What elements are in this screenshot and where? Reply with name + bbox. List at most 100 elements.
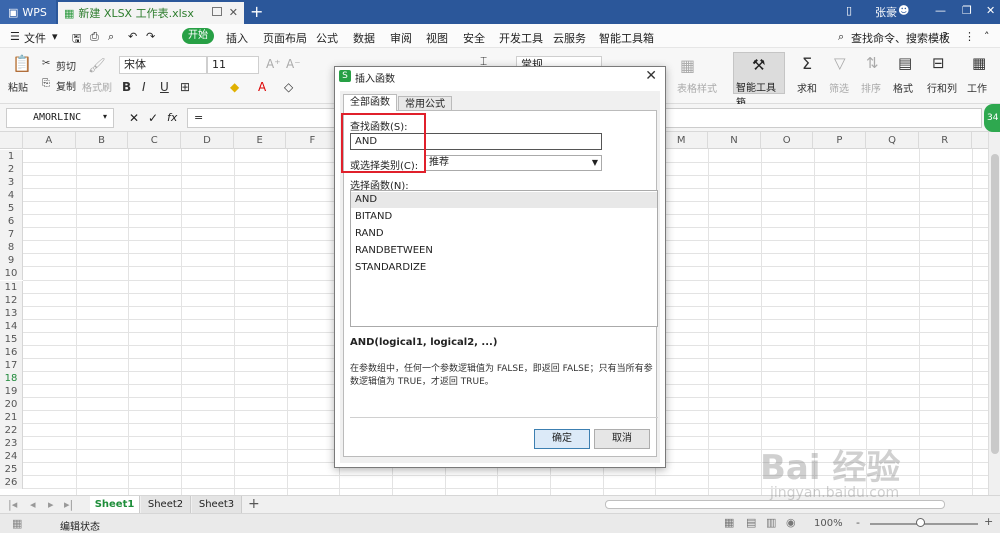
list-item[interactable]: STANDARDIZE xyxy=(351,260,657,276)
ok-button[interactable]: 确定 xyxy=(534,429,590,449)
menu-file[interactable]: 文件 xyxy=(24,30,46,46)
tab-insert[interactable]: 插入 xyxy=(226,30,248,46)
row-header[interactable]: 11 xyxy=(0,280,23,294)
close-window-icon[interactable]: ✕ xyxy=(986,4,995,17)
row-header[interactable]: 2 xyxy=(0,163,23,177)
font-color-icon[interactable]: A xyxy=(258,80,266,94)
column-header[interactable]: R xyxy=(919,132,972,149)
tab-security[interactable]: 安全 xyxy=(463,30,485,46)
italic-icon[interactable]: I xyxy=(142,80,146,94)
tablet-mode-icon[interactable]: ▯ xyxy=(846,4,852,17)
function-list[interactable]: AND BITAND RAND RANDBETWEEN STANDARDIZE xyxy=(350,190,658,327)
list-item[interactable]: AND xyxy=(351,192,657,208)
row-header[interactable]: 24 xyxy=(0,450,23,464)
print-icon[interactable]: ⎙ xyxy=(90,30,99,44)
maximize-icon[interactable]: ❐ xyxy=(962,4,972,17)
column-header[interactable]: Q xyxy=(866,132,919,149)
row-header[interactable]: 10 xyxy=(0,267,23,281)
vertical-scroll-thumb[interactable] xyxy=(991,154,999,454)
zoom-out-button[interactable]: - xyxy=(856,516,860,529)
tab-data[interactable]: 数据 xyxy=(353,30,375,46)
smart-toolbox-button[interactable]: ⚒ 智能工具箱 xyxy=(733,52,785,109)
undo-icon[interactable]: ↶ xyxy=(128,30,137,43)
row-header[interactable]: 3 xyxy=(0,176,23,190)
list-item[interactable]: RANDBETWEEN xyxy=(351,243,657,259)
tab-formulas[interactable]: 公式 xyxy=(316,30,338,46)
command-search[interactable]: 查找命令、搜索模板 xyxy=(851,30,950,46)
tab-developer[interactable]: 开发工具 xyxy=(499,30,543,46)
row-header[interactable]: 12 xyxy=(0,293,23,307)
add-sheet-button[interactable]: + xyxy=(248,496,260,512)
tab-page-layout[interactable]: 页面布局 xyxy=(263,30,307,46)
app-tab[interactable]: ▣ WPS xyxy=(0,0,56,24)
row-header[interactable]: 15 xyxy=(0,332,23,346)
chevron-down-icon[interactable]: ▾ xyxy=(52,30,58,43)
row-header[interactable]: 4 xyxy=(0,189,23,203)
vertical-scrollbar[interactable] xyxy=(988,132,1000,495)
zoom-slider-handle[interactable] xyxy=(916,518,925,527)
user-name[interactable]: 张豪 xyxy=(875,4,897,20)
row-header[interactable]: 13 xyxy=(0,306,23,320)
row-header[interactable]: 17 xyxy=(0,358,23,372)
row-header[interactable]: 7 xyxy=(0,228,23,242)
column-header[interactable]: E xyxy=(234,132,287,149)
row-header[interactable]: 18 xyxy=(0,371,23,385)
rows-cols-button[interactable]: 行和列 xyxy=(927,80,957,95)
row-header[interactable]: 14 xyxy=(0,319,23,333)
zoom-level[interactable]: 100% xyxy=(814,518,843,529)
close-dialog-icon[interactable]: ✕ xyxy=(645,68,657,84)
column-header[interactable]: F xyxy=(287,132,340,149)
sheet-tab-sheet3[interactable]: Sheet3 xyxy=(192,496,242,513)
window-mode-icon[interactable] xyxy=(212,7,222,16)
row-header[interactable]: 8 xyxy=(0,241,23,255)
column-header[interactable]: B xyxy=(76,132,129,149)
column-header[interactable]: C xyxy=(128,132,182,149)
minimize-icon[interactable]: — xyxy=(935,4,946,17)
border-icon[interactable]: ⊞ xyxy=(180,80,190,94)
column-header[interactable]: D xyxy=(181,132,234,149)
row-header[interactable]: 21 xyxy=(0,411,23,424)
worksheet-button[interactable]: 工作 xyxy=(967,80,987,95)
bold-icon[interactable]: B xyxy=(122,80,131,94)
more-icon[interactable]: ⋮ xyxy=(964,30,975,43)
tab-all-functions[interactable]: 全部函数 xyxy=(343,94,397,111)
list-item[interactable]: BITAND xyxy=(351,209,657,225)
row-header[interactable]: 23 xyxy=(0,437,23,451)
category-select[interactable]: 推荐 ▼ xyxy=(424,155,602,171)
hamburger-icon[interactable]: ☰ xyxy=(10,30,20,43)
decrease-font-icon[interactable]: A⁻ xyxy=(286,57,301,71)
column-header[interactable]: P xyxy=(814,132,867,149)
list-item[interactable]: RAND xyxy=(351,226,657,242)
avatar[interactable]: ☻ xyxy=(898,4,909,17)
insert-function-icon[interactable]: fx xyxy=(167,111,177,124)
column-header[interactable]: O xyxy=(761,132,814,149)
page-break-view-icon[interactable]: ▥ xyxy=(766,516,776,529)
row-header[interactable]: 1 xyxy=(0,150,23,163)
row-header[interactable]: 22 xyxy=(0,424,23,438)
tab-cloud[interactable]: 云服务 xyxy=(553,30,586,46)
eye-protection-icon[interactable]: ◉ xyxy=(786,516,796,529)
collapse-ribbon-icon[interactable]: ˄ xyxy=(984,30,990,43)
sheet-tab-sheet1[interactable]: Sheet1 xyxy=(90,496,140,513)
filter-button[interactable]: 筛选 xyxy=(829,80,849,95)
format-painter-button[interactable]: 格式刷 xyxy=(82,79,112,94)
row-header[interactable]: 19 xyxy=(0,384,23,398)
new-tab-button[interactable]: + xyxy=(250,2,263,21)
fill-color-icon[interactable]: ◆ xyxy=(230,80,239,94)
first-sheet-icon[interactable]: |◂ xyxy=(8,498,17,511)
sort-button[interactable]: 排序 xyxy=(861,80,881,95)
help-icon[interactable]: ? xyxy=(942,30,948,43)
zoom-in-button[interactable]: + xyxy=(984,515,993,528)
floating-assistant-badge[interactable]: 34 xyxy=(984,104,1000,132)
paste-button[interactable]: 粘贴 xyxy=(8,79,28,94)
close-tab-icon[interactable]: ✕ xyxy=(229,6,238,19)
font-name-select[interactable]: 宋体 xyxy=(119,56,207,74)
cancel-button[interactable]: 取消 xyxy=(594,429,650,449)
tab-common-formulas[interactable]: 常用公式 xyxy=(398,96,452,111)
row-header[interactable]: 26 xyxy=(0,476,23,490)
underline-icon[interactable]: U xyxy=(160,80,169,94)
search-icon[interactable]: ⌕ xyxy=(838,30,844,44)
increase-font-icon[interactable]: A⁺ xyxy=(266,57,281,71)
tab-review[interactable]: 审阅 xyxy=(390,30,412,46)
dialog-title-bar[interactable]: S 插入函数 ✕ xyxy=(335,67,665,87)
